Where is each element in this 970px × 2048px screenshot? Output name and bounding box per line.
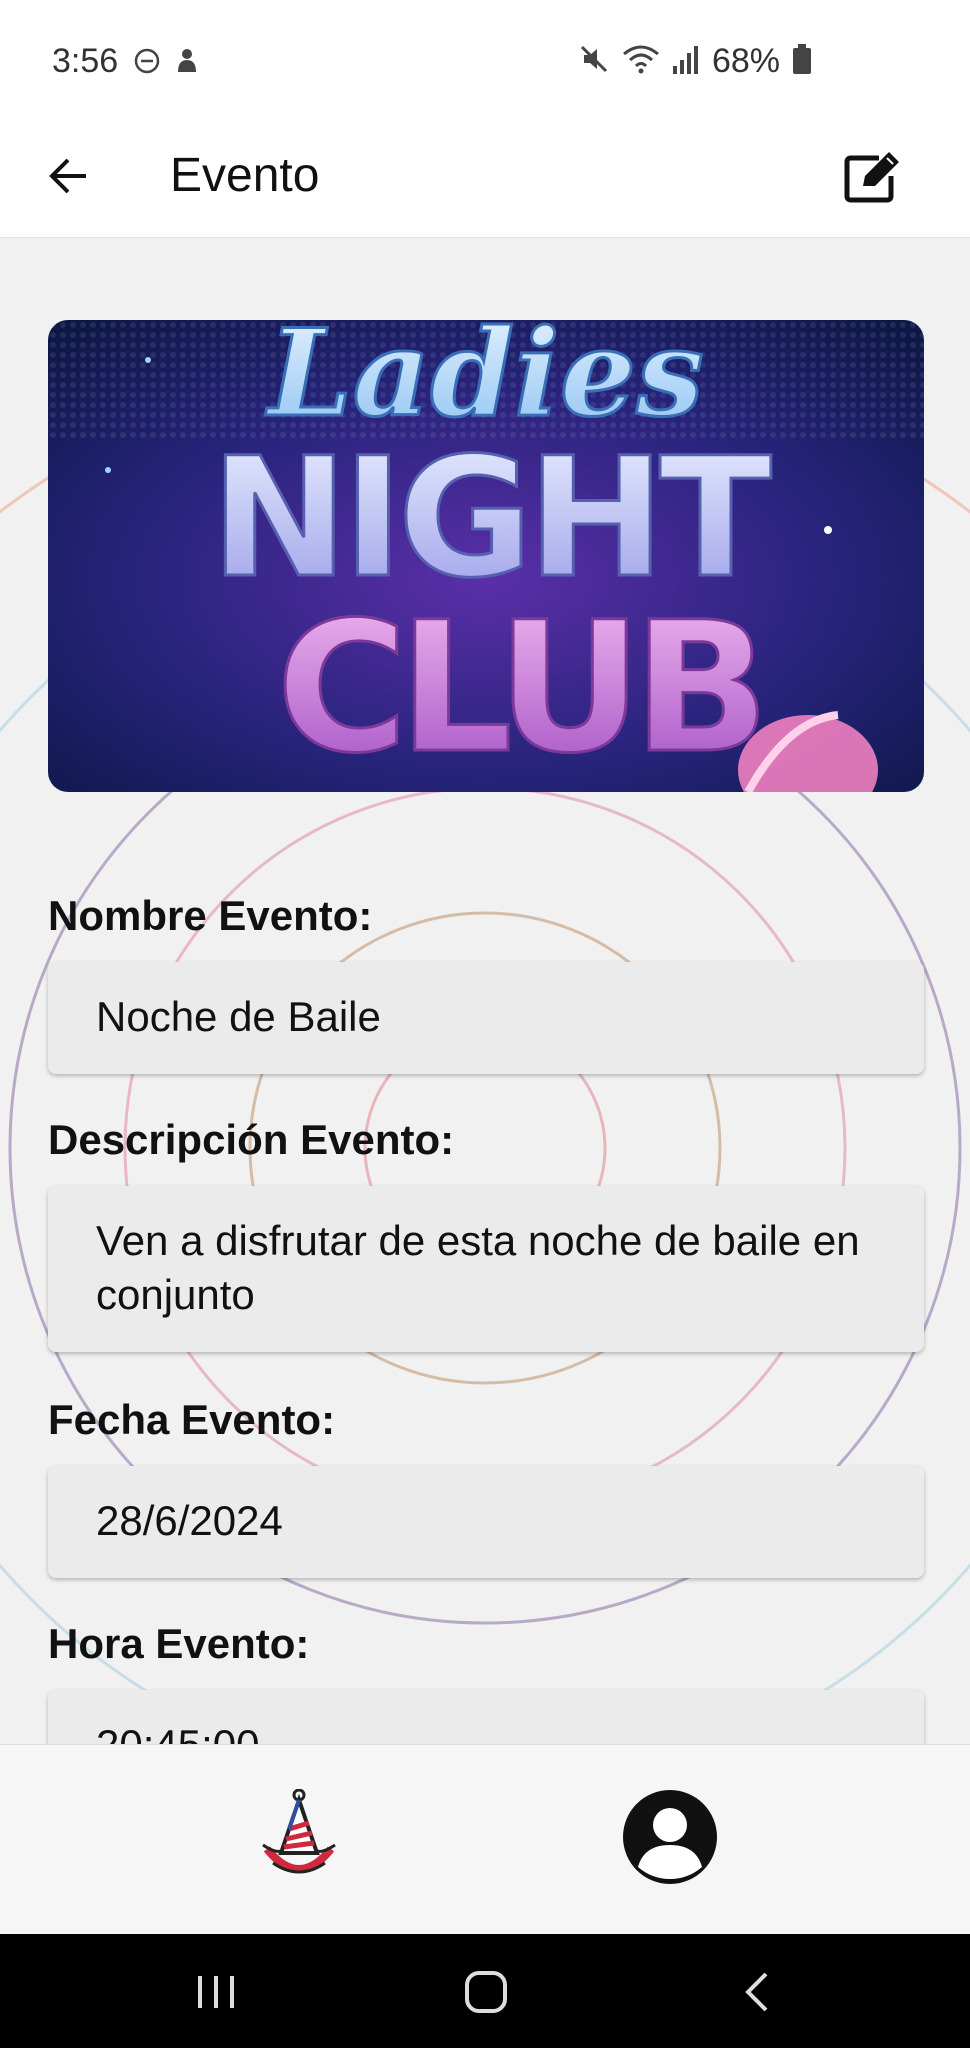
wifi-icon — [622, 44, 660, 79]
profile-icon — [622, 1789, 718, 1890]
battery-percent: 68% — [711, 42, 780, 80]
recent-apps-icon — [194, 1972, 238, 2017]
event-date-field[interactable]: 28/6/2024 — [48, 1466, 924, 1578]
event-time-value: 20:45:00 — [96, 1721, 260, 1744]
battery-icon — [792, 44, 812, 79]
party-hat-logo-icon — [259, 1788, 339, 1890]
event-banner-image: Ladies NIGHT CLUB — [48, 320, 924, 792]
home-button[interactable] — [456, 1964, 516, 2024]
event-detail-content[interactable]: Ladies NIGHT CLUB Nombre Evento: Noche d… — [0, 238, 970, 1744]
home-icon — [463, 1969, 509, 2020]
system-navigation-bar — [0, 1934, 970, 2048]
event-name-label: Nombre Evento: — [48, 892, 373, 939]
app-bar: Evento — [0, 120, 970, 238]
event-description-field[interactable]: Ven a disfrutar de esta noche de baile e… — [48, 1186, 924, 1352]
nav-profile-button[interactable] — [620, 1789, 720, 1889]
event-date-label: Fecha Evento: — [48, 1396, 336, 1443]
event-time-field[interactable]: 20:45:00 — [48, 1690, 924, 1744]
event-date-value: 28/6/2024 — [96, 1497, 283, 1544]
status-bar: 3:56 68% — [0, 0, 970, 120]
do-not-disturb-icon — [134, 48, 160, 79]
event-time-label: Hora Evento: — [48, 1620, 310, 1667]
edit-icon — [843, 151, 905, 209]
back-button[interactable] — [36, 146, 100, 210]
back-icon — [738, 1970, 778, 2019]
page-title: Evento — [170, 149, 320, 202]
event-description-label: Descripción Evento: — [48, 1116, 455, 1163]
nav-events-button[interactable] — [249, 1788, 349, 1890]
system-back-button[interactable] — [728, 1964, 788, 2024]
arrow-left-icon — [46, 156, 90, 201]
banner-line-club: CLUB — [276, 584, 760, 792]
signal-icon — [672, 44, 700, 79]
status-time: 3:56 — [52, 42, 119, 80]
mute-icon — [578, 43, 610, 80]
edit-button[interactable] — [836, 142, 912, 218]
event-name-value: Noche de Baile — [96, 993, 381, 1040]
event-description-value: Ven a disfrutar de esta noche de baile e… — [96, 1217, 860, 1318]
notification-icon — [174, 46, 200, 81]
recent-apps-button[interactable] — [186, 1964, 246, 2024]
bottom-navigation — [0, 1744, 970, 1934]
event-name-field[interactable]: Noche de Baile — [48, 962, 924, 1074]
